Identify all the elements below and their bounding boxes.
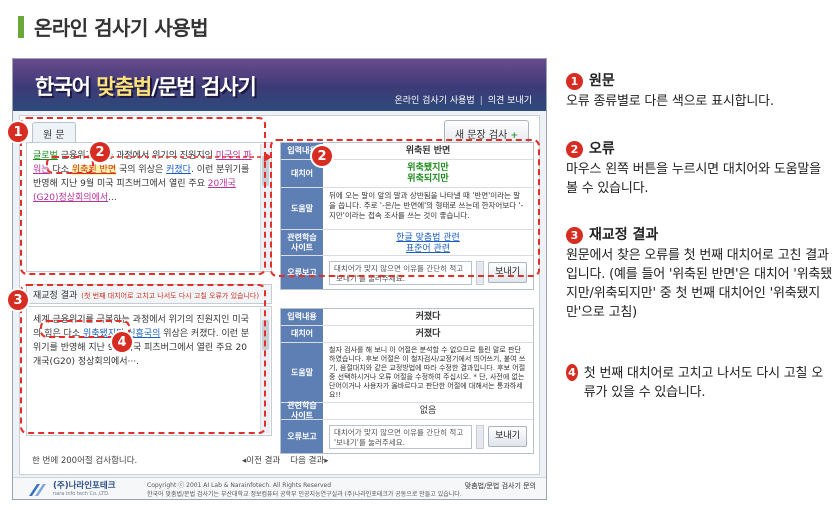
callout-badge-3: 3 (8, 290, 28, 310)
explanation-1: 1 원문 오류 종류별로 다른 색으로 표시합니다. (566, 72, 834, 111)
explanation-2: 2 오류 마우스 왼쪽 버튼을 누르시면 대치어와 도움말을 볼 수 있습니다. (566, 140, 834, 198)
explanation-body: 마우스 왼쪽 버튼을 누르시면 대치어와 도움말을 볼 수 있습니다. (566, 162, 821, 196)
report-input[interactable]: 대치어가 맞지 않으면 이유를 간단히 적고 '보내기'를 눌러주세요. (329, 424, 473, 449)
next-result-link[interactable]: 다음 결과▸ (290, 456, 328, 466)
company-logo: (주)나라인포테크 nara info tech Co.,LTD. (27, 480, 116, 498)
input-value: 커졌다 (415, 312, 441, 322)
company-logo-icon (29, 484, 46, 496)
label-input: 입력내용 (281, 309, 323, 325)
row-report: 오류보고 대치어가 맞지 않으면 이유를 간단히 적고 '보내기'를 눌러주세요.… (281, 420, 533, 453)
label-help: 도움말 (281, 343, 323, 402)
study-none: 없음 (419, 406, 437, 416)
callout-box-error-word (46, 156, 94, 174)
label-replacement: 대치어 (281, 326, 323, 342)
usage-guide-link[interactable]: 온라인 검사기 사용법 (394, 96, 474, 106)
report-area: 대치어가 맞지 않으면 이유를 간단히 적고 '보내기'를 눌러주세요. 보내기 (323, 420, 533, 453)
explanation-badge: 4 (566, 364, 578, 381)
explanation-title: 재교정 결과 (589, 227, 659, 243)
callout-badge-2: 2 (90, 142, 110, 162)
callout-box-source (20, 117, 266, 275)
row-replacement: 대치어 커졌다 (281, 326, 533, 343)
result-footer: 한 번에 200어절 검사합니다. ◂이전 결과 다음 결과▸ (32, 454, 532, 466)
label-report: 오류보고 (281, 420, 323, 453)
contact-link[interactable]: 맞춤법/문법 검사기 문의 (465, 481, 536, 491)
replacement-option[interactable]: 커졌다 (323, 326, 533, 342)
company-name-en: nara info tech Co.,LTD. (53, 490, 110, 497)
callout-badge-4: 4 (112, 332, 132, 352)
app-footer: (주)나라인포테크 nara info tech Co.,LTD. Copyri… (13, 477, 546, 499)
result-navigation: ◂이전 결과 다음 결과▸ (242, 454, 339, 466)
word-limit-note: 한 번에 200어절 검사합니다. (32, 456, 138, 466)
logo-text-c: /문법 검사기 (151, 75, 257, 99)
prev-result-link[interactable]: ◂이전 결과 (242, 456, 280, 466)
company-name: (주)나라인포테크 (53, 480, 116, 491)
app-header: 한국어 맞춤법/문법 검사기 온라인 검사기 사용법 | 의견 보내기 (13, 59, 546, 111)
explanation-badge: 2 (566, 141, 583, 158)
explanation-title: 오류 (589, 141, 615, 157)
app-logo: 한국어 맞춤법/문법 검사기 (35, 71, 257, 101)
send-feedback-link[interactable]: 의견 보내기 (488, 96, 532, 106)
explanation-body: 오류 종류별로 다른 색으로 표시합니다. (566, 94, 774, 109)
callout-badge-2-panel: 2 (312, 146, 332, 166)
error-detail-panel-2: 입력내용 커졌다 대치어 커졌다 도움말 철자 검사를 해 보니 이 어절은 분석할 … (280, 308, 534, 454)
tutorial-page: 온라인 검사기 사용법 한국어 맞춤법/문법 검사기 온라인 검사기 사용법 | 의… (0, 0, 840, 510)
report-scrollbar[interactable] (476, 424, 485, 449)
explanation-4: 4 첫 번째 대치어로 고치고 나서도 다시 고칠 오류가 있을 수 있습니다. (566, 364, 834, 403)
explanation-title: 원문 (589, 73, 615, 89)
copyright-line-2: 한국어 맞춤법/문법 검사기는 부산대학교 정보컴퓨터 공학부 인공지능연구실과… (147, 491, 462, 498)
logo-text-a: 한국어 (35, 75, 97, 99)
callout-box-error-detail (270, 139, 540, 277)
explanation-badge: 1 (566, 73, 583, 90)
header-separator: | (479, 96, 483, 106)
callout-arrow (96, 152, 272, 162)
explanation-body: 원문에서 찾은 오류를 첫 번째 대치어로 고친 결과입니다. (예를 들어 '… (566, 248, 832, 320)
send-report-button[interactable]: 보내기 (488, 426, 527, 447)
page-title: 온라인 검사기 사용법 (18, 12, 209, 41)
row-study-sites: 관련학습 사이트 없음 (281, 401, 533, 420)
logo-text-b: 맞춤법 (96, 75, 152, 99)
title-accent-bar (18, 15, 24, 38)
callout-badge-1: 1 (8, 122, 28, 142)
explanation-3: 3 재교정 결과 원문에서 찾은 오류를 첫 번째 대치어로 고친 결과입니다. … (566, 226, 834, 322)
row-input: 입력내용 커졌다 (281, 309, 533, 326)
callout-box-correction (20, 284, 266, 434)
page-title-text: 온라인 검사기 사용법 (34, 16, 209, 40)
explanation-badge: 3 (566, 227, 583, 244)
explanation-body: 첫 번째 대치어로 고치고 나서도 다시 고칠 오류가 있을 수 있습니다. (583, 366, 824, 400)
row-help: 도움말 철자 검사를 해 보니 이 어절은 분석할 수 없으므로 틀린 말로 판단… (281, 343, 533, 403)
header-links: 온라인 검사기 사용법 | 의견 보내기 (394, 93, 532, 106)
help-text: 철자 검사를 해 보니 이 어절은 분석할 수 없으므로 틀린 말로 판단하였습… (329, 346, 526, 399)
label-study-sites: 관련학습 사이트 (281, 401, 323, 420)
